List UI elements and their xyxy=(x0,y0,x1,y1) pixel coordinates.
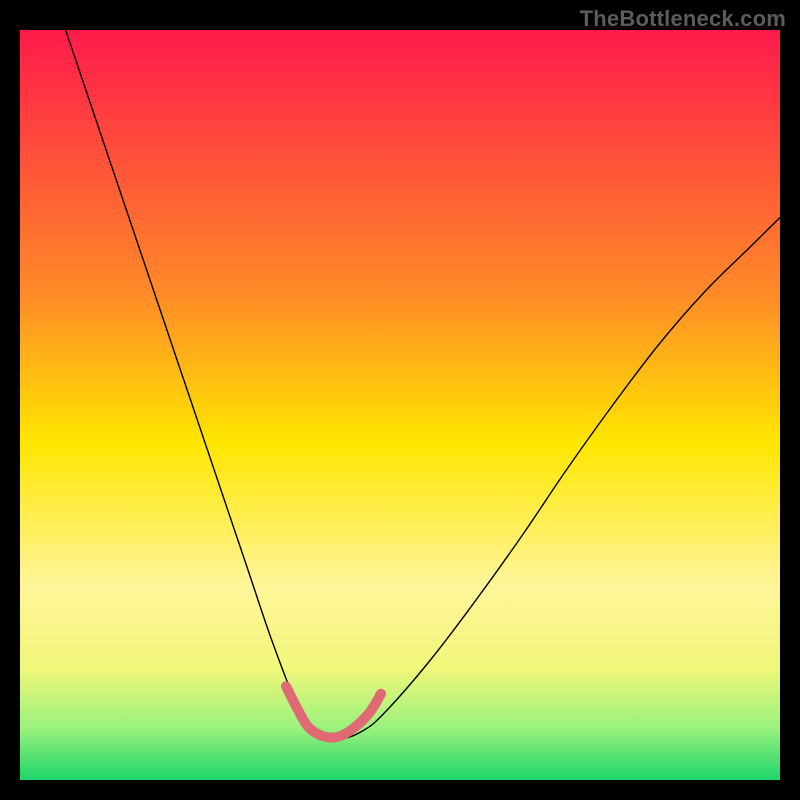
chart-svg xyxy=(20,30,780,780)
chart-background-gradient xyxy=(20,30,780,780)
plot-area xyxy=(20,30,780,780)
chart-root: TheBottleneck.com xyxy=(0,0,800,800)
watermark-text: TheBottleneck.com xyxy=(580,6,786,32)
